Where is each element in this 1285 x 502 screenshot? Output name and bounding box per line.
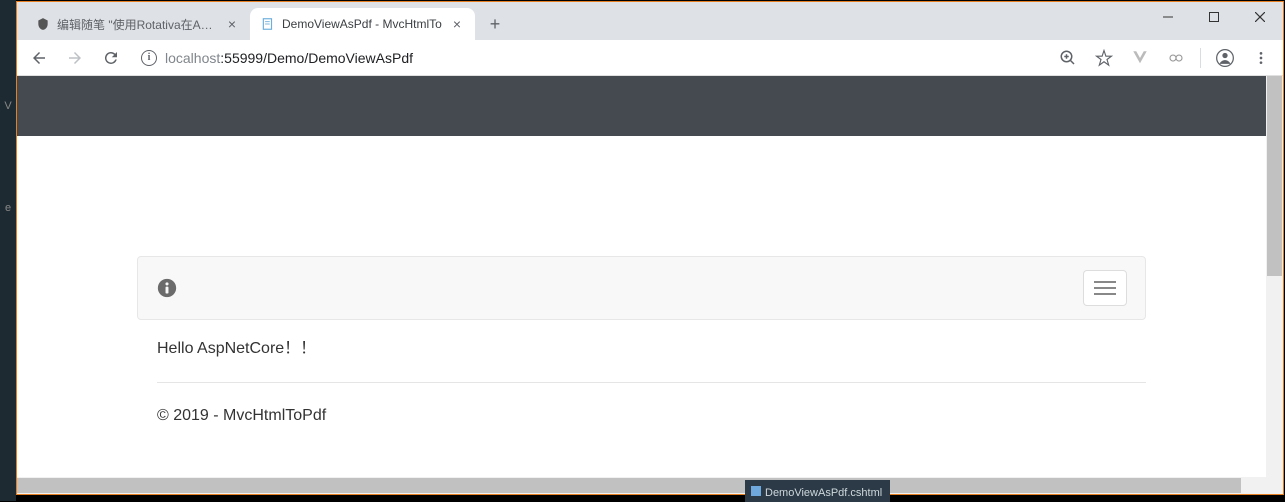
menu-icon[interactable]: [1245, 42, 1277, 74]
taskbar-file-hint[interactable]: DemoViewAsPdf.cshtml: [745, 480, 890, 502]
url-text: localhost:55999/Demo/DemoViewAsPdf: [165, 50, 413, 66]
close-icon[interactable]: ×: [449, 16, 465, 32]
hamburger-button[interactable]: [1083, 270, 1127, 306]
window-controls: [1145, 2, 1283, 32]
profile-icon[interactable]: [1209, 42, 1241, 74]
tab-active[interactable]: DemoViewAsPdf - MvcHtmlTo ×: [250, 8, 475, 40]
page-content: Hello AspNetCore！！ © 2019 - MvcHtmlToPdf: [17, 136, 1266, 494]
address-bar: i localhost:55999/Demo/DemoViewAsPdf: [17, 40, 1283, 76]
titlebar: 编辑随笔 "使用Rotativa在ASP.N × DemoViewAsPdf -…: [17, 2, 1283, 40]
maximize-button[interactable]: [1191, 2, 1237, 32]
hamburger-line: [1094, 287, 1116, 289]
url-box[interactable]: i localhost:55999/Demo/DemoViewAsPdf: [131, 44, 1048, 72]
hamburger-line: [1094, 293, 1116, 295]
minimize-button[interactable]: [1145, 2, 1191, 32]
gutter-char: V: [4, 100, 11, 112]
toolbar-divider: [1200, 48, 1201, 68]
scrollbar-thumb[interactable]: [1267, 76, 1282, 276]
cloud-extension-icon[interactable]: [1160, 42, 1192, 74]
scrollbar-horizontal[interactable]: [17, 477, 1266, 494]
close-window-button[interactable]: [1237, 2, 1283, 32]
hamburger-line: [1094, 281, 1116, 283]
info-circle-icon[interactable]: [156, 277, 178, 299]
taskbar-file-label: DemoViewAsPdf.cshtml: [765, 487, 882, 499]
page-footer: © 2019 - MvcHtmlToPdf: [157, 407, 1146, 425]
favicon-cnblogs-icon: [35, 16, 51, 32]
page-navbar: [137, 256, 1146, 320]
tab-title: DemoViewAsPdf - MvcHtmlTo: [282, 17, 443, 31]
zoom-icon[interactable]: [1052, 42, 1084, 74]
viewport: Hello AspNetCore！！ © 2019 - MvcHtmlToPdf: [17, 76, 1283, 494]
gutter-char: e: [5, 202, 11, 214]
favicon-page-icon: [260, 16, 276, 32]
url-path: :55999/Demo/DemoViewAsPdf: [220, 50, 413, 66]
vue-extension-icon[interactable]: [1124, 42, 1156, 74]
browser-window: 编辑随笔 "使用Rotativa在ASP.N × DemoViewAsPdf -…: [16, 1, 1284, 495]
new-tab-button[interactable]: +: [481, 10, 509, 38]
tabs-row: 编辑随笔 "使用Rotativa在ASP.N × DemoViewAsPdf -…: [17, 2, 509, 40]
back-button[interactable]: [23, 42, 55, 74]
tab-inactive[interactable]: 编辑随笔 "使用Rotativa在ASP.N ×: [25, 8, 250, 40]
forward-button[interactable]: [59, 42, 91, 74]
tab-title: 编辑随笔 "使用Rotativa在ASP.N: [57, 16, 218, 33]
scrollbar-vertical[interactable]: [1266, 76, 1283, 494]
editor-gutter: V e: [0, 0, 16, 501]
bookmark-icon[interactable]: [1088, 42, 1120, 74]
page-greeting: Hello AspNetCore！！: [157, 334, 1146, 358]
divider-line: [157, 382, 1146, 383]
scrollbar-thumb[interactable]: [17, 478, 1241, 493]
site-info-icon[interactable]: i: [141, 50, 157, 66]
reload-button[interactable]: [95, 42, 127, 74]
toolbar-right: [1052, 42, 1277, 74]
url-host: localhost: [165, 50, 220, 66]
close-icon[interactable]: ×: [224, 16, 240, 32]
